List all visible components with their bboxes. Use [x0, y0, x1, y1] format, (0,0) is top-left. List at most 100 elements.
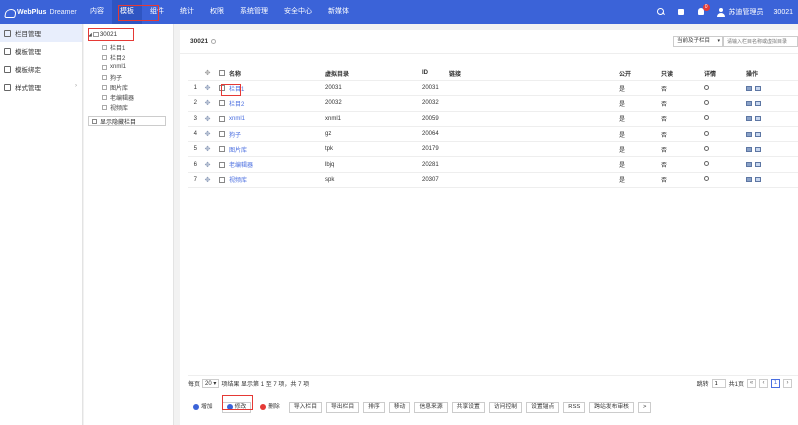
table-row[interactable]: 7 ✥ 视频库 spk 20307 是 否: [188, 173, 798, 189]
table-row[interactable]: 4 ✥ 狗子 gz 20064 是 否: [188, 127, 798, 143]
brand[interactable]: WebPlus Dreamer: [0, 7, 82, 18]
row-checkbox[interactable]: [218, 146, 225, 153]
col-name[interactable]: 名称: [228, 69, 325, 78]
tree-item[interactable]: 图片库: [102, 82, 173, 92]
col-dir[interactable]: 虚拟目录: [325, 69, 422, 78]
rss-button[interactable]: RSS: [563, 401, 586, 413]
sidebar-item-template-manage[interactable]: 模板管理: [0, 42, 82, 60]
add-button[interactable]: 增加: [188, 401, 218, 413]
drag-handle-icon[interactable]: ✥: [200, 115, 215, 123]
nav-stats[interactable]: 统计: [172, 0, 202, 24]
first-page-button[interactable]: «: [747, 379, 756, 388]
sort-button[interactable]: 排序: [363, 401, 385, 413]
nav-new-media[interactable]: 新媒体: [320, 0, 357, 24]
magnifier-icon[interactable]: [704, 176, 709, 182]
template-setting-icon[interactable]: [755, 162, 761, 168]
jump-page-input[interactable]: [711, 379, 726, 388]
search-input[interactable]: [723, 36, 798, 47]
row-name-link[interactable]: 栏目2: [229, 102, 244, 108]
more-button[interactable]: >: [637, 401, 652, 413]
nav-component[interactable]: 组件: [142, 0, 172, 24]
row-name-link[interactable]: 老编辑器: [229, 163, 253, 169]
edit-column-icon[interactable]: [746, 162, 752, 168]
edit-column-icon[interactable]: [746, 116, 752, 122]
magnifier-icon[interactable]: [704, 145, 709, 151]
edit-button[interactable]: 修改: [221, 401, 252, 413]
template-setting-icon[interactable]: [755, 100, 761, 106]
current-page-button[interactable]: 1: [771, 379, 780, 388]
sidebar-item-style-manage[interactable]: 样式管理 ›: [0, 78, 82, 96]
share-settings-button[interactable]: 共享设置: [451, 401, 485, 413]
tree-item[interactable]: 栏目2: [102, 52, 173, 62]
row-checkbox[interactable]: [218, 85, 225, 92]
tree-item[interactable]: xnml1: [102, 62, 173, 72]
template-setting-icon[interactable]: [755, 85, 761, 91]
edit-column-icon[interactable]: [746, 146, 752, 152]
table-row[interactable]: 1 ✥ 栏目1 20031 20031 是 否: [188, 81, 798, 97]
template-setting-icon[interactable]: [755, 177, 761, 183]
drag-handle-icon[interactable]: ✥: [200, 145, 215, 153]
nav-template[interactable]: 模板: [112, 0, 142, 24]
page-size-select[interactable]: 20 ▾: [202, 379, 220, 388]
drag-handle-icon[interactable]: ✥: [200, 161, 215, 169]
select-all-checkbox[interactable]: [218, 70, 225, 76]
magnifier-icon[interactable]: [704, 130, 709, 136]
nav-content[interactable]: 内容: [82, 0, 112, 24]
tree-root[interactable]: ◢ 30021: [88, 30, 173, 39]
import-column-button[interactable]: 导入栏目: [288, 401, 323, 413]
edit-column-icon[interactable]: [746, 177, 752, 183]
tree-item[interactable]: 狗子: [102, 72, 173, 82]
row-checkbox[interactable]: [218, 100, 225, 107]
magnifier-icon[interactable]: [704, 84, 709, 90]
edit-column-icon[interactable]: [746, 85, 752, 91]
move-button[interactable]: 移动: [388, 401, 411, 413]
row-name-link[interactable]: 视频库: [229, 178, 247, 184]
caret-down-icon[interactable]: ◢: [88, 32, 92, 38]
next-page-button[interactable]: ›: [783, 379, 792, 388]
bell-icon[interactable]: 0: [696, 4, 710, 17]
move-all-icon[interactable]: ✥: [200, 69, 215, 77]
edit-column-icon[interactable]: [746, 131, 752, 137]
set-anchor-button[interactable]: 设置锚点: [526, 401, 560, 413]
row-checkbox[interactable]: [218, 115, 225, 122]
magnifier-icon[interactable]: [704, 99, 709, 105]
row-name-link[interactable]: 图片库: [229, 148, 247, 154]
row-checkbox[interactable]: [218, 176, 225, 183]
cross-site-review-button[interactable]: 跨站发布审核: [589, 401, 634, 413]
row-checkbox[interactable]: [218, 161, 225, 168]
export-column-button[interactable]: 导出栏目: [326, 401, 360, 413]
search-icon[interactable]: [656, 7, 666, 17]
show-hidden-columns-toggle[interactable]: 显示隐藏栏目: [88, 116, 166, 126]
info-source-button[interactable]: 信息来源: [414, 401, 448, 413]
edit-column-icon[interactable]: [746, 100, 752, 106]
scope-select[interactable]: 当前及子栏目 ▾: [673, 36, 723, 47]
table-row[interactable]: 6 ✥ 老编辑器 lbjq 20281 是 否: [188, 157, 798, 173]
magnifier-icon[interactable]: [704, 161, 709, 167]
sidebar-item-column-manage[interactable]: 栏目管理: [0, 24, 82, 42]
table-row[interactable]: 3 ✥ xnml1 xnml1 20059 是 否: [188, 112, 798, 127]
prev-page-button[interactable]: ‹: [759, 379, 768, 388]
row-checkbox[interactable]: [218, 131, 225, 138]
template-setting-icon[interactable]: [755, 116, 761, 122]
drag-handle-icon[interactable]: ✥: [200, 99, 215, 107]
access-control-button[interactable]: 访问控制: [488, 401, 523, 413]
drag-handle-icon[interactable]: ✥: [200, 130, 215, 138]
nav-system[interactable]: 系统管理: [232, 0, 276, 24]
table-row[interactable]: 2 ✥ 栏目2 20032 20032 是 否: [188, 96, 798, 112]
row-name-link[interactable]: 狗子: [229, 133, 241, 139]
delete-button[interactable]: 删除: [255, 401, 285, 413]
user-menu[interactable]: 苏迪管理员: [716, 7, 764, 17]
tree-item[interactable]: 栏目1: [102, 42, 173, 52]
tree-item[interactable]: 老编辑器: [102, 92, 173, 102]
drag-handle-icon[interactable]: ✥: [200, 176, 215, 184]
nav-security[interactable]: 安全中心: [276, 0, 320, 24]
sidebar-item-template-bind[interactable]: 模板绑定: [0, 60, 82, 78]
site-id[interactable]: 30021: [774, 9, 793, 16]
nav-permission[interactable]: 权限: [202, 0, 232, 24]
refresh-icon[interactable]: [211, 39, 217, 44]
row-name-link[interactable]: 栏目1: [229, 87, 244, 93]
table-row[interactable]: 5 ✥ 图片库 tpk 20179 是 否: [188, 142, 798, 158]
theme-icon[interactable]: [676, 7, 686, 17]
drag-handle-icon[interactable]: ✥: [200, 84, 215, 92]
row-name-link[interactable]: xnml1: [229, 116, 245, 122]
